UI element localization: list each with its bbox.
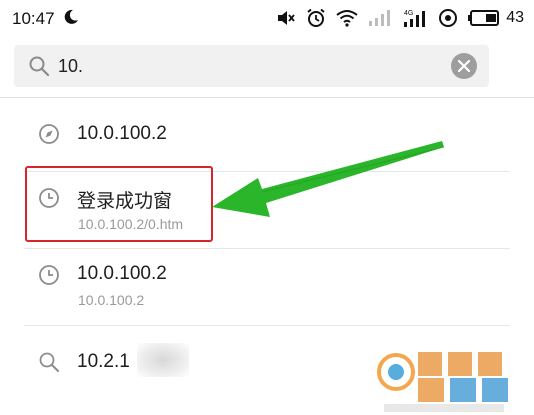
search-icon — [29, 56, 50, 77]
clock-icon — [39, 265, 59, 285]
signal-4g-icon: 4G — [404, 10, 426, 27]
result-title: 10.0.100.2 — [77, 263, 167, 284]
highlight-box — [25, 166, 213, 242]
list-item[interactable]: 10.0.100.2 — [0, 98, 534, 172]
search-input[interactable] — [58, 51, 438, 81]
blurred-text — [137, 343, 189, 377]
status-icons: 4G 43 — [276, 8, 524, 28]
network-label: 4G — [404, 10, 413, 17]
status-bar: 10:47 4G 43 — [0, 0, 534, 38]
result-title: 10.0.100.2 — [77, 123, 167, 144]
alarm-icon — [307, 8, 325, 27]
hotspot-icon — [439, 9, 458, 27]
battery-percent: 43 — [506, 9, 524, 26]
mute-icon — [278, 11, 295, 25]
signal-icon — [369, 10, 391, 26]
result-title: 10.2.1 — [77, 351, 130, 372]
moon-icon — [64, 9, 78, 24]
clear-icon — [458, 60, 470, 72]
status-time: 10:47 — [12, 9, 55, 28]
battery-icon — [468, 10, 500, 26]
clear-button[interactable] — [451, 53, 477, 79]
list-item[interactable]: 10.0.100.2 10.0.100.2 — [0, 249, 534, 325]
search-bar[interactable] — [14, 45, 489, 87]
search-icon — [39, 352, 59, 372]
compass-icon — [39, 124, 59, 144]
wifi-icon — [336, 10, 358, 27]
result-url: 10.0.100.2 — [78, 292, 145, 308]
watermark-logo — [377, 352, 508, 412]
